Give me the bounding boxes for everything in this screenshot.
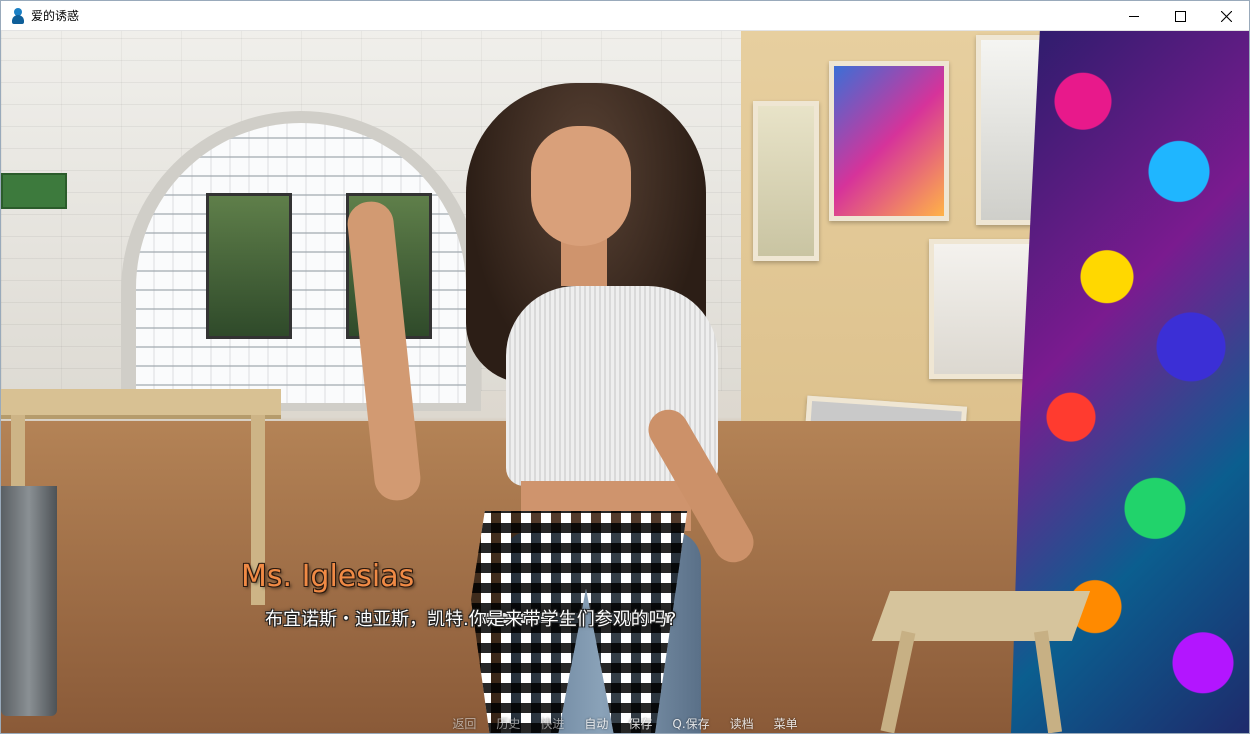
window-title: 爱的诱惑 [31, 9, 80, 23]
close-button[interactable] [1203, 1, 1249, 31]
work-table [1, 389, 281, 415]
quick-menu-load[interactable]: 读档 [730, 715, 754, 733]
quick-menu-auto[interactable]: 自动 [584, 715, 608, 733]
dialogue-text: 布宜诺斯・迪亚斯，凯特.你是来带学生们参观的吗? [265, 609, 677, 630]
quick-menu-back[interactable]: 返回 [452, 715, 476, 733]
maximize-icon [1174, 10, 1186, 22]
minimize-button[interactable] [1111, 1, 1157, 31]
quick-menu-skip[interactable]: 快进 [540, 715, 564, 733]
title-bar[interactable]: 爱的诱惑 [1, 1, 1249, 31]
window-controls [1111, 1, 1249, 31]
close-icon [1220, 10, 1232, 22]
game-window: 爱的诱惑 Ms. Iglesias 布宜诺斯・迪亚斯，凯特.你是来带学生们参观的… [0, 0, 1250, 734]
quick-menu: 返回 历史 快进 自动 保存 Q.保存 读档 菜单 [1, 715, 1249, 733]
paint-bucket [1, 486, 57, 716]
garden-window-left [206, 193, 292, 339]
maximize-button[interactable] [1157, 1, 1203, 31]
minimize-icon [1129, 15, 1139, 17]
green-sign [1, 173, 67, 209]
character-face [531, 126, 631, 246]
game-scene[interactable]: Ms. Iglesias 布宜诺斯・迪亚斯，凯特.你是来带学生们参观的吗? 返回… [1, 31, 1249, 733]
quick-menu-quicksave[interactable]: Q.保存 [672, 715, 709, 733]
app-person-icon [11, 7, 25, 24]
quick-menu-history[interactable]: 历史 [496, 715, 520, 733]
painting-landscape [753, 101, 819, 261]
speaker-name: Ms. Iglesias [241, 559, 415, 594]
painting-portrait [829, 61, 949, 221]
quick-menu-menu[interactable]: 菜单 [774, 715, 798, 733]
quick-menu-save[interactable]: 保存 [628, 715, 652, 733]
